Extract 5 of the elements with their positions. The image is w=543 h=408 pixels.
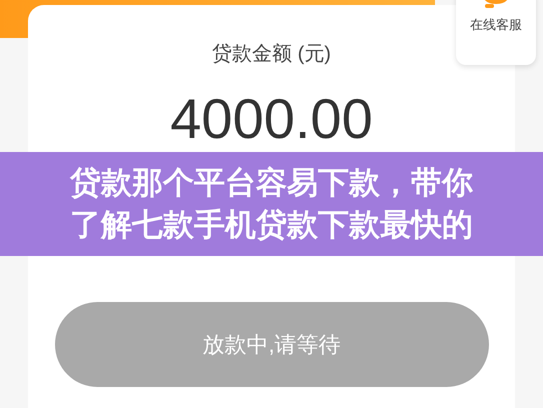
banner-title-line: 了解七款手机贷款下款最快的: [70, 206, 473, 244]
banner-title-line: 贷款那个平台容易下款，带你: [70, 164, 473, 202]
customer-service-button[interactable]: 在线客服: [456, 0, 536, 65]
loan-amount: 4000.00: [170, 88, 373, 150]
loan-amount-label: 贷款金额 (元): [212, 42, 331, 66]
